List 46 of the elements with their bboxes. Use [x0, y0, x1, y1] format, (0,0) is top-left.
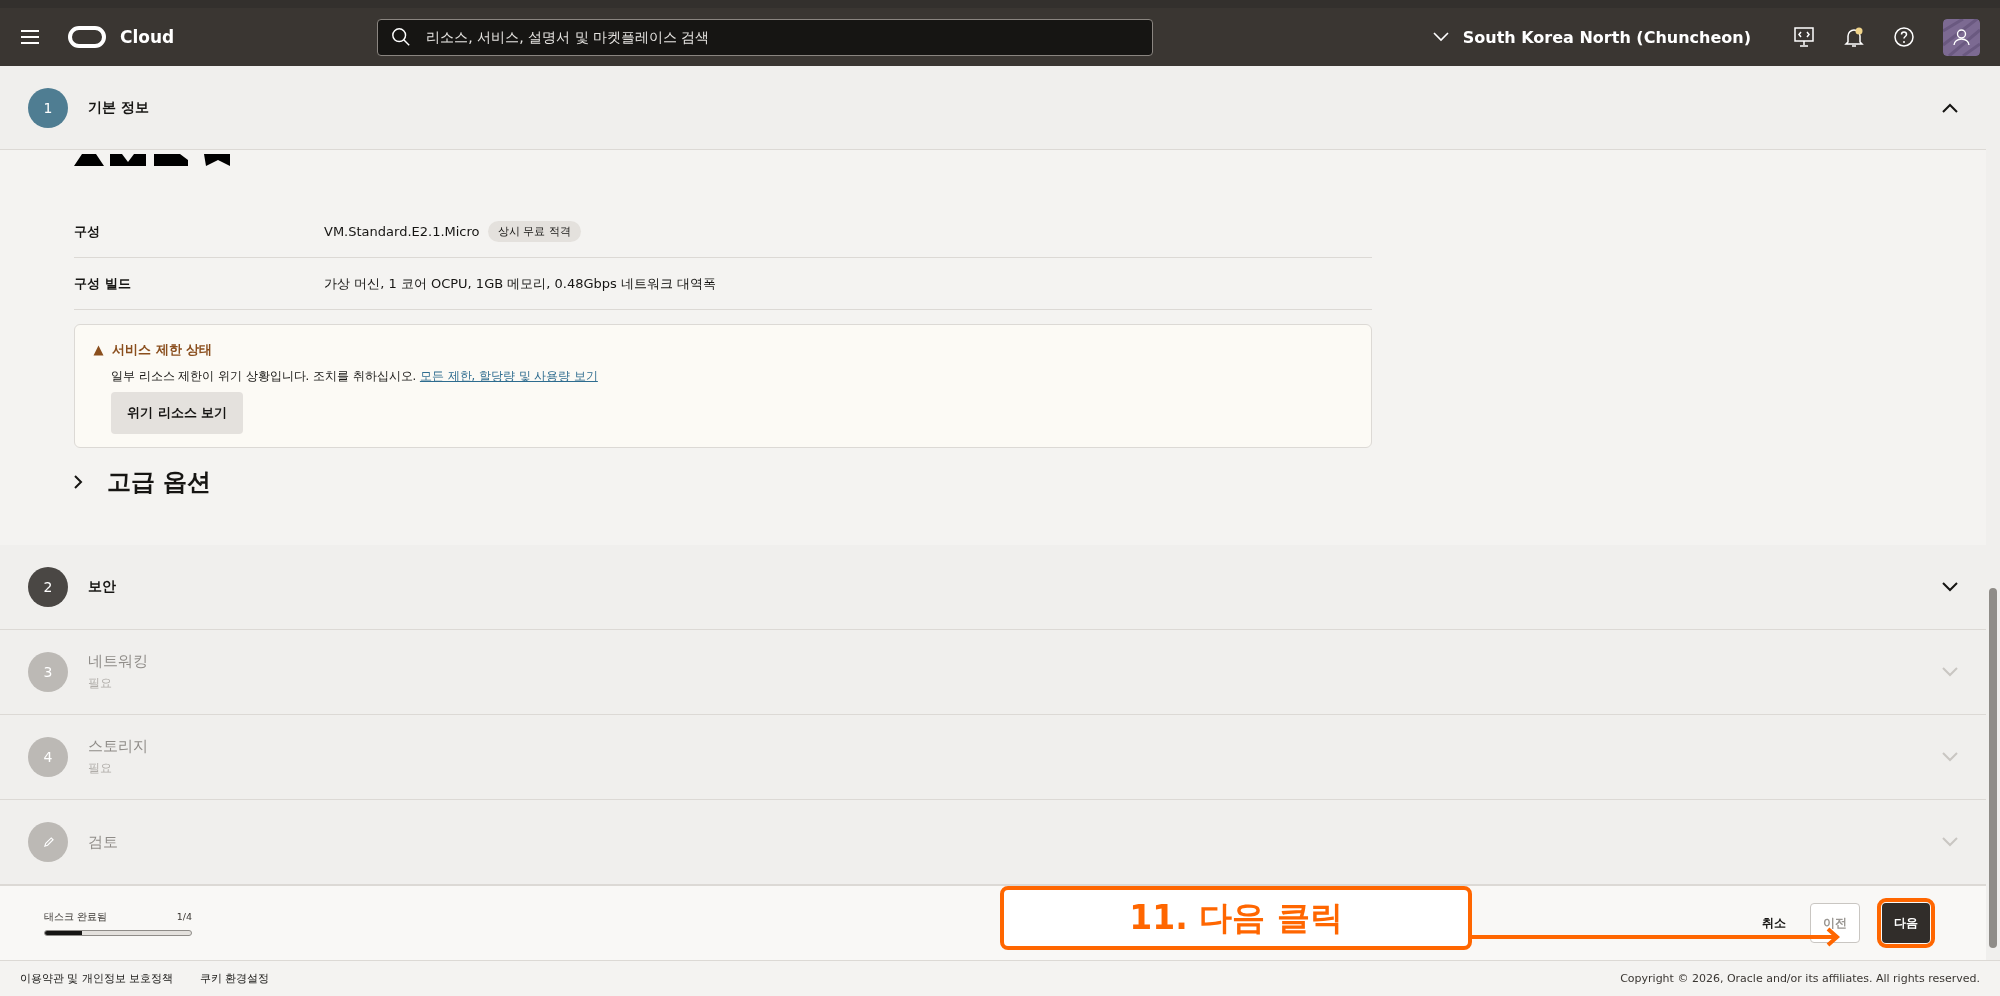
section-toggle[interactable]: 고급 옵션: [107, 466, 212, 498]
annotation-callout: 11. 다음 클릭: [1000, 886, 1472, 950]
logo-icon[interactable]: [68, 26, 106, 48]
step-header[interactable]: 2 보안: [0, 545, 1986, 630]
footer-link[interactable]: 쿠키 환경설정: [199, 971, 269, 986]
field-value: 가상 머신, 1 코어 OCPU, 1GB 메모리, 0.48Gbps 네트워크 대역폭: [324, 274, 717, 293]
step-title: 보안: [88, 578, 116, 596]
step-title: 기본 정보: [88, 98, 149, 117]
step-header[interactable]: 1 기본 정보: [0, 66, 1986, 150]
chevron-up-icon[interactable]: [1942, 102, 1958, 113]
pencil-icon: [42, 836, 54, 848]
footer-link[interactable]: 이용약관 및 개인정보 보호정책: [20, 971, 174, 986]
code-monitor-icon[interactable]: [1793, 26, 1815, 48]
view-resources-button[interactable]: 위기 리소스 보기: [111, 392, 244, 434]
step-number-badge: 1: [28, 87, 68, 128]
alert-message: 일부 리소스 제한이 위기 상황입니다. 조치를 취하십시오. 모든 제한, 할당량 및 사용량 보기: [111, 369, 599, 384]
chevron-down-icon: [1432, 32, 1449, 42]
chevron-right-icon[interactable]: [74, 475, 83, 489]
step-title: 네트워킹: [88, 652, 148, 671]
step-number-badge: 3: [28, 652, 68, 692]
field-label: 구성: [74, 222, 101, 241]
step-number-badge: 4: [28, 737, 68, 777]
copyright-text: Copyright © 2026, Oracle and/or its affiliates. All rights reserved.: [1620, 972, 1980, 985]
progress-label: 태스크 완료됨: [44, 910, 108, 924]
scrollbar[interactable]: [1986, 66, 2000, 960]
warning-icon: [93, 344, 104, 356]
brand-name[interactable]: Cloud: [120, 27, 175, 47]
field-value: VM.Standard.E2.1.Micro: [324, 224, 480, 239]
user-avatar-icon[interactable]: [1943, 18, 1980, 56]
search-field[interactable]: 리소스, 서비스, 설명서 및 마켓플레이스 검색: [377, 18, 1154, 56]
chevron-down-icon[interactable]: [1942, 582, 1958, 592]
tag: 상시 무료 적격: [487, 221, 581, 242]
step-subtitle: 필요: [88, 675, 113, 692]
menu-icon[interactable]: [20, 29, 40, 45]
field-label: 구성 빌드: [74, 274, 132, 293]
bell-icon[interactable]: [1843, 26, 1865, 48]
progress-count: 1/4: [176, 910, 192, 924]
region-selector[interactable]: South Korea North (Chuncheon): [1432, 27, 1751, 47]
step-subtitle: 필요: [88, 760, 113, 777]
step-title: 검토: [88, 832, 118, 852]
step-number-badge: 2: [28, 567, 68, 607]
cancel-button[interactable]: 취소: [1750, 903, 1798, 943]
alert-title: 서비스 제한 상태: [112, 341, 213, 359]
link[interactable]: 모든 제한, 할당량 및 사용량 보기: [419, 369, 598, 383]
help-icon[interactable]: [1893, 26, 1915, 48]
step-title: 스토리지: [88, 737, 148, 756]
